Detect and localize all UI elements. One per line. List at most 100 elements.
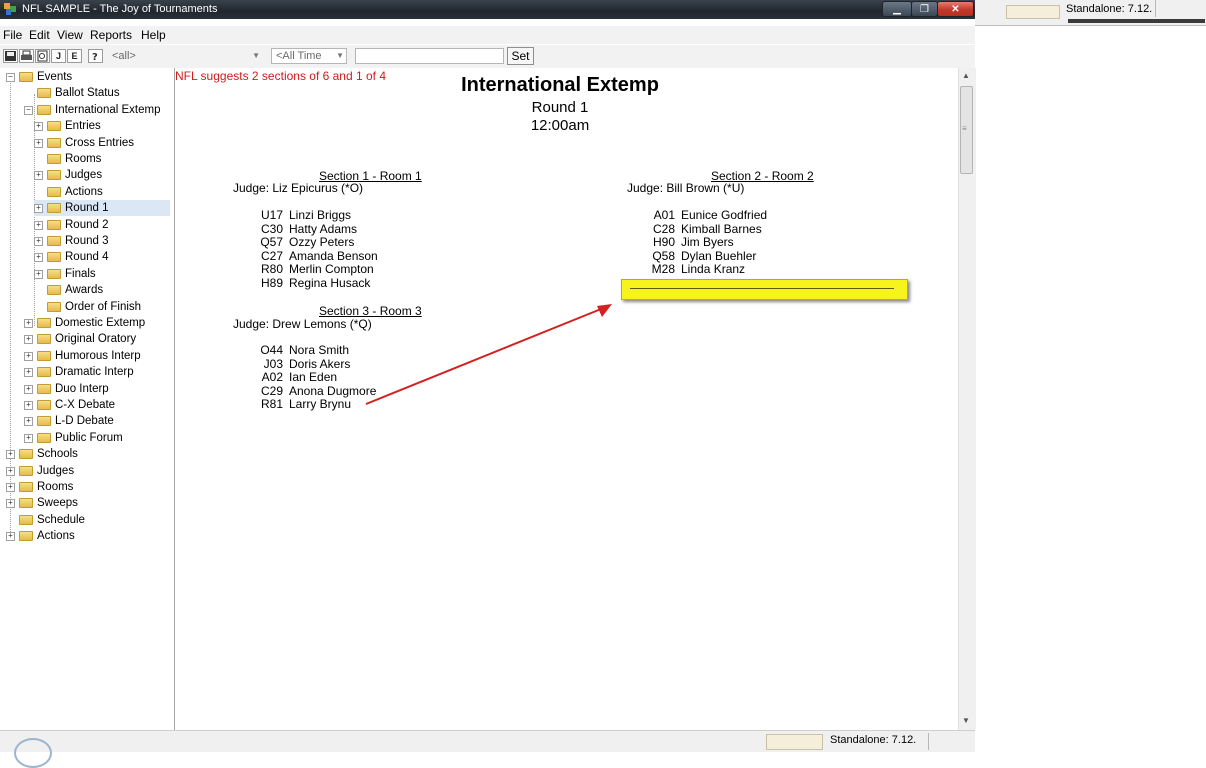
set-button[interactable]: Set [507,47,534,65]
entry-code: O44 [260,343,283,357]
tree-node[interactable]: − International Extemp [24,102,170,118]
expand-icon[interactable]: + [6,483,15,492]
print-icon[interactable] [19,49,34,63]
expand-icon[interactable]: + [24,401,33,410]
entry-name: Dylan Buehler [681,248,757,263]
window-titlebar[interactable]: NFL SAMPLE - The Joy of Tournaments [0,0,975,19]
tree-node[interactable]: − Events [6,69,170,85]
close-button[interactable]: ✕ [937,1,974,17]
drag-arrow-line [365,306,607,405]
expand-icon[interactable]: + [6,499,15,509]
tree-node[interactable]: Actions [34,184,170,200]
expand-icon[interactable]: + [34,269,43,279]
tree-node[interactable]: + Original Oratory [24,331,170,347]
menu-view[interactable]: View [57,28,83,42]
expand-icon[interactable]: + [24,319,33,328]
tree-node[interactable]: + Judges [34,167,170,183]
entry-row[interactable]: C30 Hatty Adams [253,222,403,236]
expand-icon[interactable]: + [24,335,33,345]
time-filter-dropdown[interactable]: <All Time ▼ [271,48,347,64]
navigation-tree[interactable]: − Events Ballot Status − International Extem… [0,68,175,751]
entry-row[interactable]: R80 Merlin Compton [253,263,403,276]
tree-node[interactable]: Schedule [6,512,170,528]
expand-icon[interactable]: + [24,384,33,394]
save-icon[interactable] [3,49,18,63]
tree-node[interactable]: + Entries [34,118,170,134]
entry-row[interactable]: U17 Linzi Briggs [253,209,403,222]
tree-node[interactable]: + Duo Interp [24,381,170,397]
tree-node[interactable]: + Actions [6,528,170,544]
folder-icon [47,252,61,263]
tree-node[interactable]: + Dramatic Interp [24,364,170,380]
tree-node[interactable]: + Domestic Extemp [24,315,170,331]
tree-node-label: Round 1 [65,202,109,215]
section-3-judge[interactable]: Judge: Drew Lemons (*Q) [233,317,372,331]
scroll-up-icon[interactable]: ▲ [962,71,970,80]
expand-icon[interactable]: + [34,253,43,263]
tree-node[interactable]: + Round 2 [34,217,170,233]
expand-icon[interactable]: + [24,368,33,378]
tree-node[interactable]: + Humorous Interp [24,348,170,364]
tree-node[interactable]: + Judges [6,463,170,479]
tree-node[interactable]: + Rooms [6,479,170,495]
expand-icon[interactable]: + [24,417,33,427]
tree-node[interactable]: + Round 3 [34,233,170,249]
e-button[interactable]: E [67,49,82,63]
j-button[interactable]: J [51,49,66,63]
scroll-down-icon[interactable]: ▼ [962,716,970,725]
entry-row[interactable]: Q58 Dylan Buehler [645,248,795,263]
expand-icon[interactable]: + [34,171,43,181]
tree-node[interactable]: Order of Finish [34,299,170,315]
tree-node[interactable]: Awards [34,282,170,298]
entry-name: Ian Eden [289,370,338,385]
entry-row[interactable]: C27 Amanda Benson [253,249,403,263]
expand-icon[interactable]: + [24,351,33,361]
preview-icon[interactable] [35,49,50,63]
collapse-icon[interactable]: − [24,105,33,115]
expand-icon[interactable]: + [6,466,15,476]
tree-node[interactable]: + Public Forum [24,430,170,446]
search-input[interactable] [355,48,504,64]
expand-icon[interactable]: + [34,237,43,246]
minimize-button[interactable]: ▁ [882,1,912,17]
menu-reports[interactable]: Reports [90,28,132,42]
tree-node[interactable]: + L-D Debate [24,413,170,429]
section-1-judge[interactable]: Judge: Liz Epicurus (*O) [233,181,363,195]
entry-row[interactable]: H89 Regina Husack [253,277,403,290]
expand-icon[interactable]: + [34,122,43,132]
expand-icon[interactable]: + [34,204,43,214]
tree-node-label: Original Oratory [55,333,137,346]
tree-node[interactable]: + Cross Entries [34,135,170,151]
expand-icon[interactable]: + [6,450,15,460]
menu-edit[interactable]: Edit [29,28,50,42]
tree-node[interactable]: + C-X Debate [24,397,170,413]
expand-icon[interactable]: + [6,532,15,542]
collapse-icon[interactable]: − [6,73,15,82]
menu-file[interactable]: File [3,28,22,42]
tree-node[interactable]: Rooms [34,151,170,167]
tree-node[interactable]: + Sweeps [6,495,170,511]
entry-row[interactable]: A01 Eunice Godfried [645,209,795,222]
expand-icon[interactable]: + [34,138,43,148]
tree-node[interactable]: + Schools [6,446,170,462]
entry-row[interactable]: Q57 Ozzy Peters [253,236,403,249]
entry-row[interactable]: M28 Linda Kranz [645,263,795,276]
section-2-judge[interactable]: Judge: Bill Brown (*U) [627,181,744,195]
folder-icon [37,432,51,443]
entry-row[interactable]: H90 Jim Byers [645,236,795,249]
tree-node[interactable]: + Finals [34,266,170,282]
folder-icon [37,400,51,410]
tree-node[interactable]: + Round 4 [34,249,170,265]
menu-help[interactable]: Help [141,28,166,42]
expand-icon[interactable]: + [24,433,33,443]
expand-icon[interactable]: + [34,220,43,230]
folder-icon [47,219,61,230]
tree-node[interactable]: Ballot Status [24,85,170,101]
tree-node[interactable]: + Round 1 [34,200,170,217]
restore-button[interactable]: ❐ [911,1,938,17]
folder-icon [19,482,33,492]
drop-target-slot[interactable] [621,279,908,300]
entry-row[interactable]: C28 Kimball Barnes [645,222,795,236]
entry-filter-dropdown[interactable]: <all> ▼ [107,48,263,64]
help-icon[interactable]: ? [88,49,103,63]
